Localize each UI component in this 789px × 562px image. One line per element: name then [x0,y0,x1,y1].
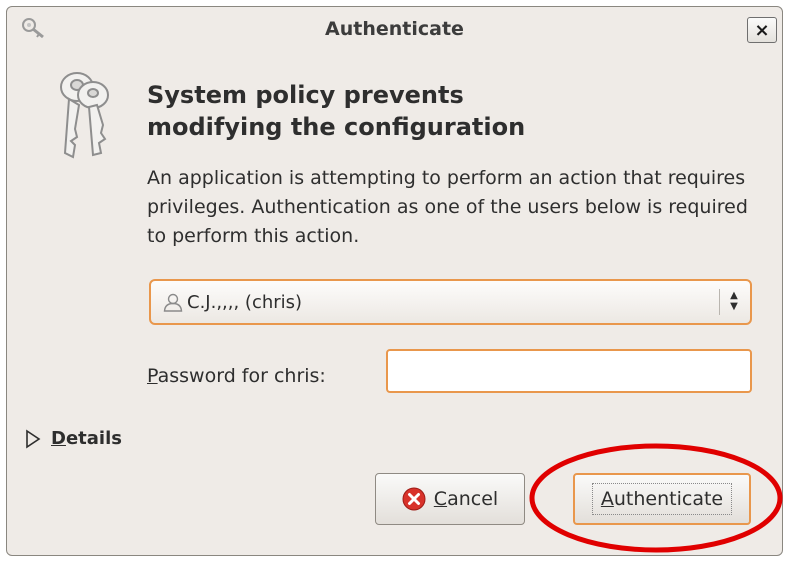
details-label-text: etails [65,428,122,449]
user-select[interactable]: C.J.,,,, (chris) ▲ ▼ [149,279,752,325]
details-label: Details [51,428,122,449]
password-input[interactable] [386,349,752,393]
password-label-text: assword for chris: [157,365,326,387]
highlight-circle [529,443,783,553]
keys-icon [60,72,109,159]
dialog-heading: System policy prevents modifying the con… [147,79,747,143]
user-icon [163,293,183,312]
select-divider [719,289,720,315]
dialog-description: An application is attempting to perform … [147,167,748,247]
password-label: Password for chris: [147,365,326,387]
title-bar[interactable]: Authenticate × [7,7,782,51]
password-label-mnemonic: P [147,365,158,387]
details-expander[interactable]: Details [25,428,122,449]
heading-line-2: modifying the configuration [147,113,526,141]
cancel-label: Cancel [434,488,498,510]
updown-arrows-icon: ▲ ▼ [730,290,738,312]
window-title: Authenticate [325,18,464,40]
heading-line-1: System policy prevents [147,81,464,109]
cancel-mnemonic: C [433,488,448,510]
close-icon: × [754,19,770,41]
cancel-icon [402,487,426,511]
close-button[interactable]: × [747,17,777,43]
selected-user: C.J.,,,, (chris) [187,292,303,313]
cancel-label-text: ancel [447,488,499,510]
cancel-button[interactable]: Cancel [375,473,525,525]
details-mnemonic: D [51,428,66,449]
expander-triangle-icon [26,429,41,448]
